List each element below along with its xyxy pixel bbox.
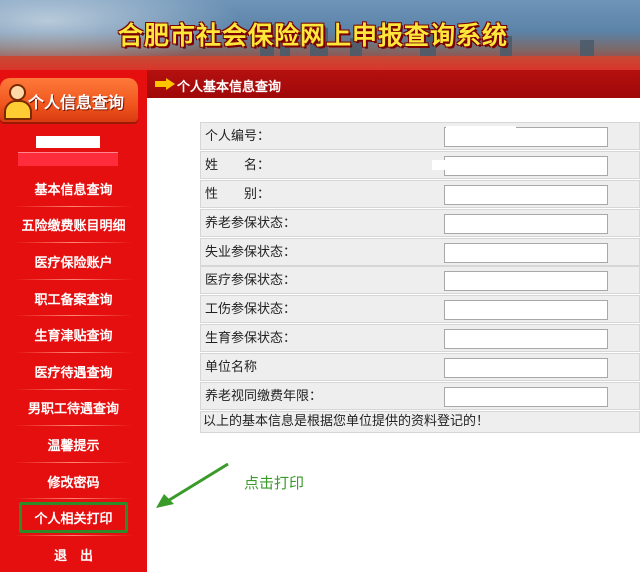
sidebar-item-tips[interactable]: 温馨提示: [0, 426, 147, 463]
sidebar-item-medical-account[interactable]: 医疗保险账户: [0, 243, 147, 280]
field-label: 性 别：: [200, 179, 440, 208]
header-banner: 合肥市社会保险网上申报查询系统: [0, 0, 640, 70]
annotation-text: 点击打印: [244, 474, 305, 492]
table-row: 个人编号：: [200, 122, 640, 151]
sidebar-item-label: 五险缴费账目明细: [21, 219, 126, 235]
field-label: 失业参保状态：: [200, 237, 440, 266]
table-row: 养老参保状态：: [200, 208, 640, 238]
maternity-status-field[interactable]: [444, 329, 608, 350]
sidebar-item-maternity-allowance[interactable]: 生育津贴查询: [0, 316, 147, 353]
table-row: 失业参保状态：: [200, 237, 640, 267]
employer-name-field[interactable]: [444, 358, 608, 379]
sidebar-item-label: 男职工待遇查询: [27, 402, 119, 418]
redaction: [446, 126, 516, 136]
table-row: 性 别：: [200, 179, 640, 209]
sidebar-item-label: 医疗保险账户: [34, 255, 113, 271]
injury-status-field[interactable]: [444, 300, 608, 321]
sidebar-header-label: 个人信息查询: [28, 93, 125, 112]
sidebar-item-employee-record[interactable]: 职工备案查询: [0, 280, 147, 317]
info-note: 以上的基本信息是根据您单位提供的资料登记的！: [200, 411, 640, 433]
field-label: 养老视同缴费年限：: [200, 382, 440, 411]
sidebar-item-label: 生育津贴查询: [34, 329, 113, 345]
table-row: 单位名称: [200, 353, 640, 383]
gender-field[interactable]: [444, 184, 608, 205]
deemed-contribution-years-field[interactable]: [444, 387, 608, 408]
arrow-right-icon: [155, 78, 175, 90]
sidebar-item-label: 个人相关打印: [19, 502, 128, 534]
sidebar-item-label: 温馨提示: [47, 438, 100, 454]
sidebar-header: 个人信息查询: [0, 78, 138, 122]
field-label: 生育参保状态：: [200, 324, 440, 353]
sidebar-item-label: 医疗待遇查询: [34, 365, 113, 381]
table-row: 工伤参保状态：: [200, 295, 640, 325]
section-title: 个人基本信息查询: [177, 80, 282, 95]
redaction: [432, 159, 492, 170]
banner-water: [0, 56, 640, 70]
redacted-user-info: [18, 152, 118, 166]
field-label: 个人编号：: [200, 122, 440, 150]
field-label: 单位名称: [200, 353, 440, 382]
field-label: 姓 名：: [200, 150, 440, 179]
unemployment-status-field[interactable]: [444, 242, 608, 263]
sidebar-item-change-password[interactable]: 修改密码: [0, 463, 147, 500]
sidebar-item-medical-benefits[interactable]: 医疗待遇查询: [0, 353, 147, 390]
sidebar-item-personal-print[interactable]: 个人相关打印: [0, 499, 147, 536]
sidebar-item-male-benefits[interactable]: 男职工待遇查询: [0, 390, 147, 427]
medical-status-field[interactable]: [444, 271, 608, 292]
sidebar-item-logout[interactable]: 退 出: [0, 536, 147, 572]
system-title: 合肥市社会保险网上申报查询系统: [118, 21, 509, 50]
field-label: 工伤参保状态：: [200, 295, 440, 324]
field-label: 养老参保状态：: [200, 208, 440, 237]
sidebar: 个人信息查询 基本信息查询 五险缴费账目明细 医疗保险账户 职工备案查询 生育津…: [0, 70, 147, 572]
sidebar-item-payment-details[interactable]: 五险缴费账目明细: [0, 207, 147, 244]
sidebar-item-label: 修改密码: [47, 475, 100, 491]
sidebar-nav: 基本信息查询 五险缴费账目明细 医疗保险账户 职工备案查询 生育津贴查询 医疗待…: [0, 170, 147, 572]
section-header: 个人基本信息查询: [147, 70, 640, 98]
annotation-arrow-icon: [156, 462, 229, 508]
redacted-username: [36, 136, 100, 148]
app-root: 合肥市社会保险网上申报查询系统 个人信息查询 基本信息查询 五险缴费账目明细 医…: [0, 0, 640, 572]
field-label: 医疗参保状态：: [200, 266, 440, 295]
table-row: 姓 名：: [200, 150, 640, 180]
table-row: 养老视同缴费年限：: [200, 382, 640, 411]
table-row: 生育参保状态：: [200, 324, 640, 354]
sidebar-item-basic-info[interactable]: 基本信息查询: [0, 170, 147, 207]
sidebar-item-label: 基本信息查询: [34, 182, 113, 198]
table-row: 医疗参保状态：: [200, 266, 640, 296]
sidebar-item-label: 退 出: [53, 548, 93, 564]
pension-status-field[interactable]: [444, 213, 608, 234]
sidebar-item-label: 职工备案查询: [34, 292, 113, 308]
info-table: 个人编号： 姓 名： 性 别： 养老参保状态： 失业参保状态： 医疗参保状态： …: [200, 122, 640, 411]
